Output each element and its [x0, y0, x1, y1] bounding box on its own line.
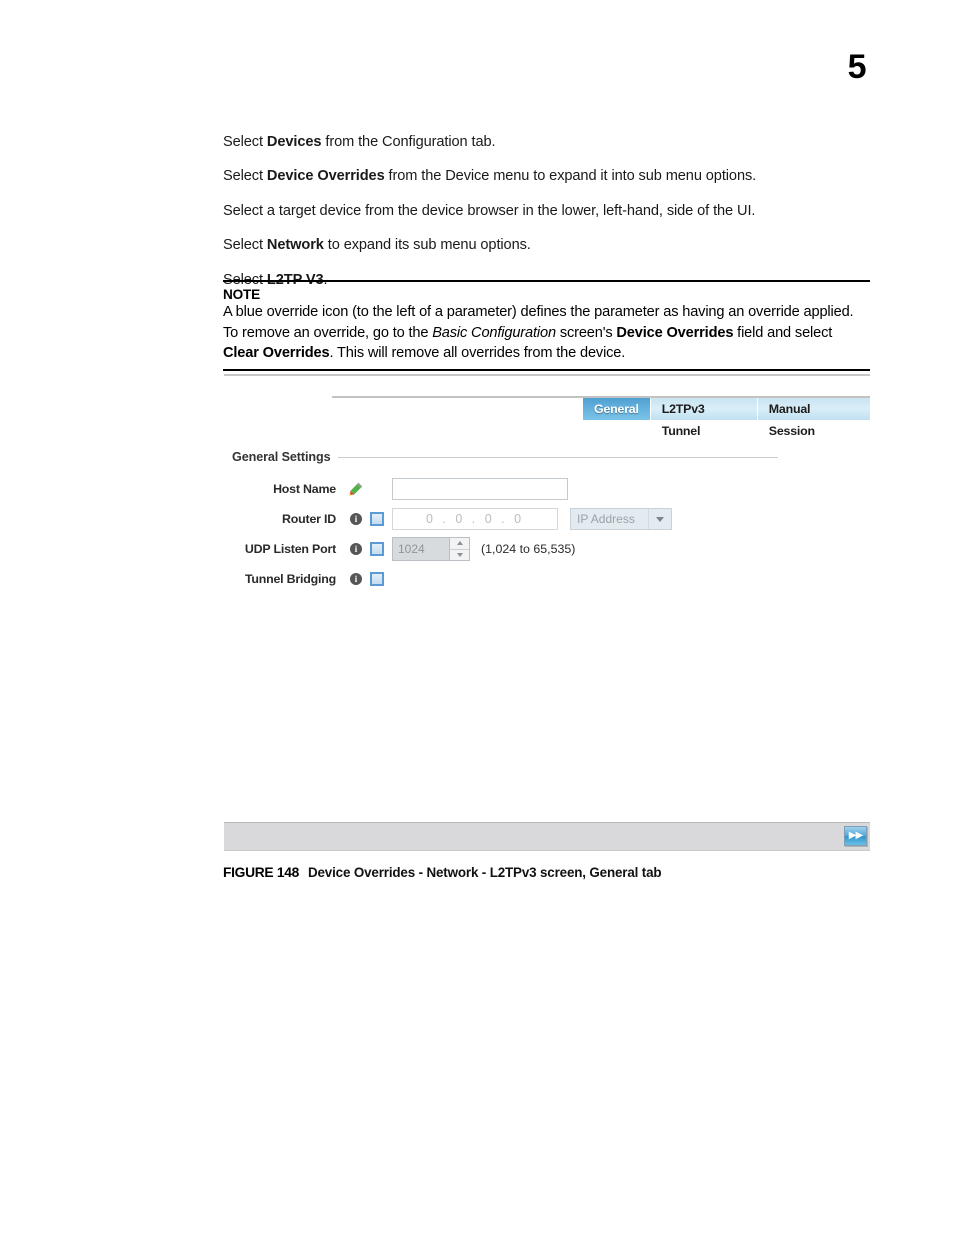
tunnel-bridging-override-checkbox[interactable] [370, 572, 384, 586]
step-item: Select Devices from the Configuration ta… [223, 133, 873, 152]
step-text-post: to expand its sub menu options. [323, 237, 531, 254]
step-text-bold: Device Overrides [266, 168, 385, 185]
tab-general[interactable]: General [583, 398, 651, 420]
stepper-buttons [449, 538, 469, 560]
udp-listen-port-override-checkbox[interactable] [370, 542, 384, 556]
udp-listen-port-stepper[interactable]: 1024 [392, 537, 470, 561]
note-title: NOTE [223, 287, 260, 302]
host-name-icon-cell [345, 482, 367, 496]
router-id-icon-cell: i [345, 513, 367, 525]
stepper-increment-icon[interactable] [450, 538, 469, 549]
step-item: Select Network to expand its sub menu op… [223, 236, 873, 255]
tunnel-bridging-label: Tunnel Bridging [244, 572, 336, 586]
general-settings-section-header: General Settings [232, 450, 778, 464]
router-id-label: Router ID [282, 512, 336, 526]
step-text-bold: Devices [266, 134, 322, 150]
pencil-override-icon [349, 482, 363, 496]
chevron-down-icon[interactable] [648, 509, 671, 529]
udp-listen-port-value: 1024 [398, 542, 425, 556]
tab-list: General L2TPv3 Tunnel Manual Session [583, 398, 870, 438]
step-text-pre: Select a target device from the device b… [223, 202, 756, 219]
step-text-bold: Network [266, 237, 324, 254]
router-id-type-value: IP Address [577, 512, 635, 526]
tab-bar: General L2TPv3 Tunnel Manual Session [332, 396, 870, 438]
tunnel-bridging-icon-cell: i [345, 573, 367, 585]
step-text-pre: Select [223, 134, 267, 150]
note-line-2-b: screen's [555, 324, 617, 341]
step-text-post: from the Configuration tab. [321, 134, 496, 150]
note-body: A blue override icon (to the left of a p… [223, 302, 870, 364]
section-divider-line [338, 456, 778, 458]
note-line-2-a: To remove an override, go to the [223, 324, 433, 341]
udp-listen-port-icon-cell: i [345, 543, 367, 555]
note-line-2-d: field and select [733, 324, 833, 341]
page-number: 5 [847, 48, 867, 86]
screenshot-top-divider [224, 374, 870, 376]
section-title: General Settings [232, 450, 331, 464]
figure-label: FIGURE 148 [223, 865, 299, 880]
tab-manual-session[interactable]: Manual Session [757, 398, 870, 438]
router-id-type-dropdown[interactable]: IP Address [570, 508, 672, 530]
field-row-udp-listen-port: UDP Listen Port i 1024 (1,024 to 65,535) [232, 534, 792, 564]
step-text-post: from the Device menu to expand it into s… [384, 168, 757, 185]
next-page-button[interactable]: ▶▶ [844, 826, 867, 846]
screen-bottom-bar: ▶▶ [224, 822, 870, 851]
field-row-router-id: Router ID i 0 . 0 . 0 . 0 IP Address [232, 504, 792, 534]
step-item: Select a target device from the device b… [223, 202, 873, 221]
stepper-decrement-icon[interactable] [450, 548, 469, 561]
note-line-1: A blue override icon (to the left of a p… [223, 304, 854, 320]
note-line-2-bold-2: Clear Overrides [223, 345, 330, 362]
tab-l2tpv3-tunnel[interactable]: L2TPv3 Tunnel [650, 398, 758, 438]
note-bottom-rule [223, 369, 870, 372]
figure-caption: FIGURE 148 Device Overrides - Network - L… [223, 865, 662, 880]
field-row-host-name: Host Name [232, 474, 792, 504]
router-id-override-checkbox[interactable] [370, 512, 384, 526]
info-icon[interactable]: i [350, 573, 362, 585]
info-icon[interactable]: i [350, 513, 362, 525]
general-settings-form: Host Name Router ID i 0 . 0 . 0 . 0 IP A… [232, 474, 792, 594]
note-line-2-italic: Basic Configuration [432, 324, 556, 341]
note-top-rule [223, 280, 870, 282]
step-text-pre: Select [223, 237, 267, 254]
fast-forward-icon: ▶▶ [848, 830, 863, 841]
step-item: Select Device Overrides from the Device … [223, 167, 873, 186]
host-name-input[interactable] [392, 478, 568, 500]
router-id-ip-input[interactable]: 0 . 0 . 0 . 0 [392, 508, 558, 530]
note-line-2-f: . This will remove all overrides from th… [329, 345, 626, 362]
field-row-tunnel-bridging: Tunnel Bridging i [232, 564, 792, 594]
note-line-2-bold-1: Device Overrides [616, 324, 734, 341]
info-icon[interactable]: i [350, 543, 362, 555]
note-callout: NOTE A blue override icon (to the left o… [223, 280, 870, 372]
step-text-pre: Select [223, 168, 267, 185]
host-name-label: Host Name [273, 482, 336, 496]
figure-caption-text: Device Overrides - Network - L2TPv3 scre… [307, 865, 662, 880]
udp-listen-port-range-hint: (1,024 to 65,535) [481, 542, 576, 556]
screenshot-figure: General L2TPv3 Tunnel Manual Session Gen… [224, 374, 870, 851]
udp-listen-port-label: UDP Listen Port [244, 542, 336, 556]
